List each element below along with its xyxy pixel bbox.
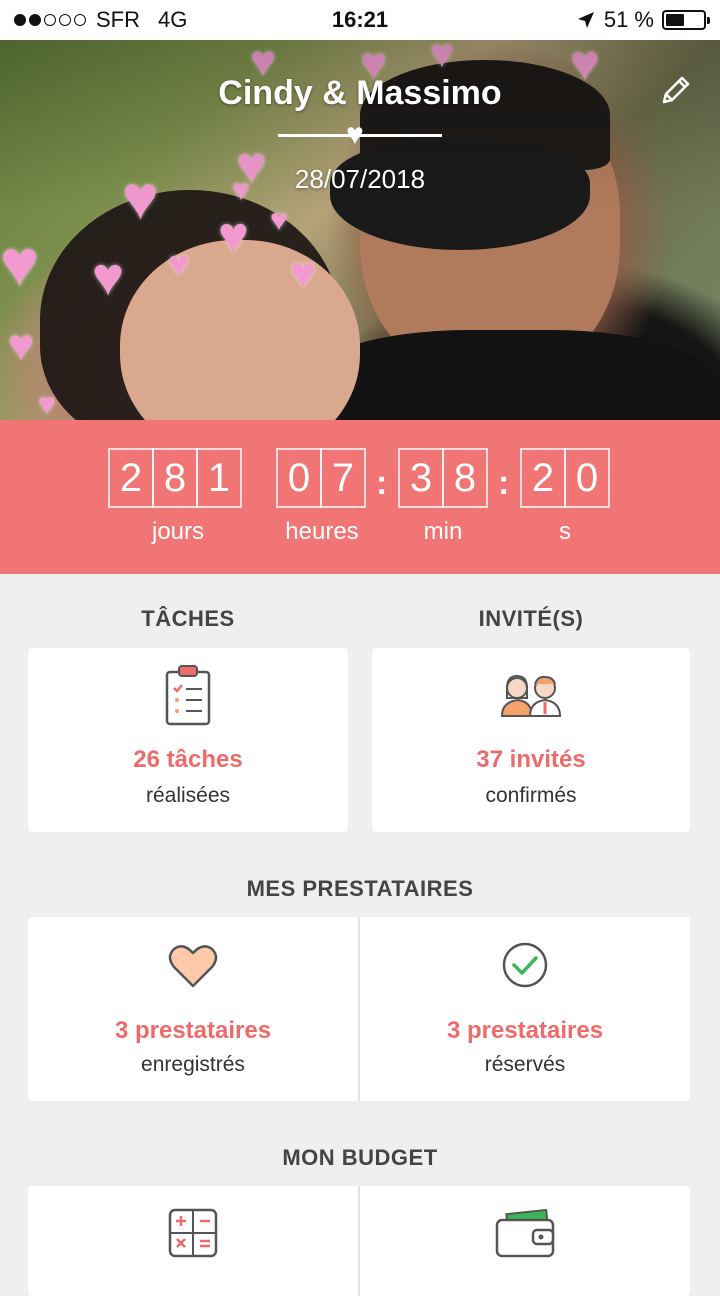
countdown-separator: : xyxy=(498,464,510,502)
vendors-saved-count: 3 prestataires xyxy=(114,1017,272,1044)
check-circle-icon xyxy=(502,942,548,988)
vendors-booked-count: 3 prestataires xyxy=(446,1017,604,1044)
vendors-saved-status: enregistrés xyxy=(141,1053,245,1076)
countdown-seconds-label: s xyxy=(559,518,571,545)
couple-guests-icon xyxy=(500,674,562,717)
guests-section-title: INVITÉ(S) xyxy=(478,606,584,631)
budget-section-title: MON BUDGET xyxy=(282,1145,438,1170)
status-time: 16:21 xyxy=(331,7,389,32)
countdown-digit: 8 xyxy=(152,448,198,508)
tasks-section-title: TÂCHES xyxy=(141,606,235,631)
network-label: 4G xyxy=(158,7,188,32)
wallet-icon xyxy=(495,1208,555,1258)
tasks-card[interactable]: 26 tâches réalisées xyxy=(28,648,348,832)
couple-photo-header: ♥ ♥ ♥ ♥ ♥ ♥ ♥ ♥ ♥ ♥ ♥ ♥ ♥ ♥ ♥ Cindy & Ma… xyxy=(0,40,720,420)
pencil-icon[interactable] xyxy=(658,72,694,108)
battery-icon xyxy=(662,10,710,30)
countdown-digit: 3 xyxy=(398,448,444,508)
countdown-minutes-label: min xyxy=(423,518,463,545)
countdown-digit: 2 xyxy=(108,448,154,508)
tasks-count: 26 tâches xyxy=(133,746,243,773)
tasks-status: réalisées xyxy=(145,784,231,807)
vendors-saved-tile[interactable]: 3 prestataires enregistrés xyxy=(28,917,358,1101)
countdown-seconds: 2 0 xyxy=(520,448,610,508)
status-bar: SFR 4G 16:21 51 % xyxy=(0,0,720,40)
heart-icon xyxy=(168,945,218,988)
countdown-digit: 0 xyxy=(276,448,322,508)
clipboard-checklist-icon xyxy=(165,665,211,726)
vendors-booked-tile[interactable]: 3 prestataires réservés xyxy=(360,917,690,1101)
countdown-digit: 2 xyxy=(520,448,566,508)
guests-count: 37 invités xyxy=(476,746,586,773)
countdown-hours: 0 7 xyxy=(276,448,366,508)
countdown-hours-label: heures xyxy=(285,518,359,545)
countdown-days: 2 8 1 xyxy=(108,448,242,508)
guests-status: confirmés xyxy=(485,784,577,807)
vendors-section-title: MES PRESTATAIRES xyxy=(246,876,474,901)
wedding-date: 28/07/2018 xyxy=(294,164,426,194)
battery-percent: 51 % xyxy=(603,7,654,32)
countdown-digit: 0 xyxy=(564,448,610,508)
wedding-countdown: 2 8 1 0 7 : 3 8 : 2 0 jours heures min s xyxy=(0,420,720,574)
vendors-card: 3 prestataires enregistrés 3 prestataire… xyxy=(28,917,690,1101)
countdown-digit: 8 xyxy=(442,448,488,508)
heart-divider-icon: ♥ xyxy=(346,118,364,151)
location-arrow-icon xyxy=(577,12,594,28)
couple-name: Cindy & Massimo xyxy=(218,74,502,112)
countdown-digit: 1 xyxy=(196,448,242,508)
countdown-days-label: jours xyxy=(151,518,205,545)
signal-strength-icon xyxy=(14,14,86,26)
countdown-minutes: 3 8 xyxy=(398,448,488,508)
calculator-icon xyxy=(168,1208,218,1258)
vendors-booked-status: réservés xyxy=(484,1053,566,1076)
countdown-digit: 7 xyxy=(320,448,366,508)
countdown-separator: : xyxy=(376,464,388,502)
guests-card[interactable]: 37 invités confirmés xyxy=(372,648,690,832)
carrier-label: SFR xyxy=(96,7,140,32)
